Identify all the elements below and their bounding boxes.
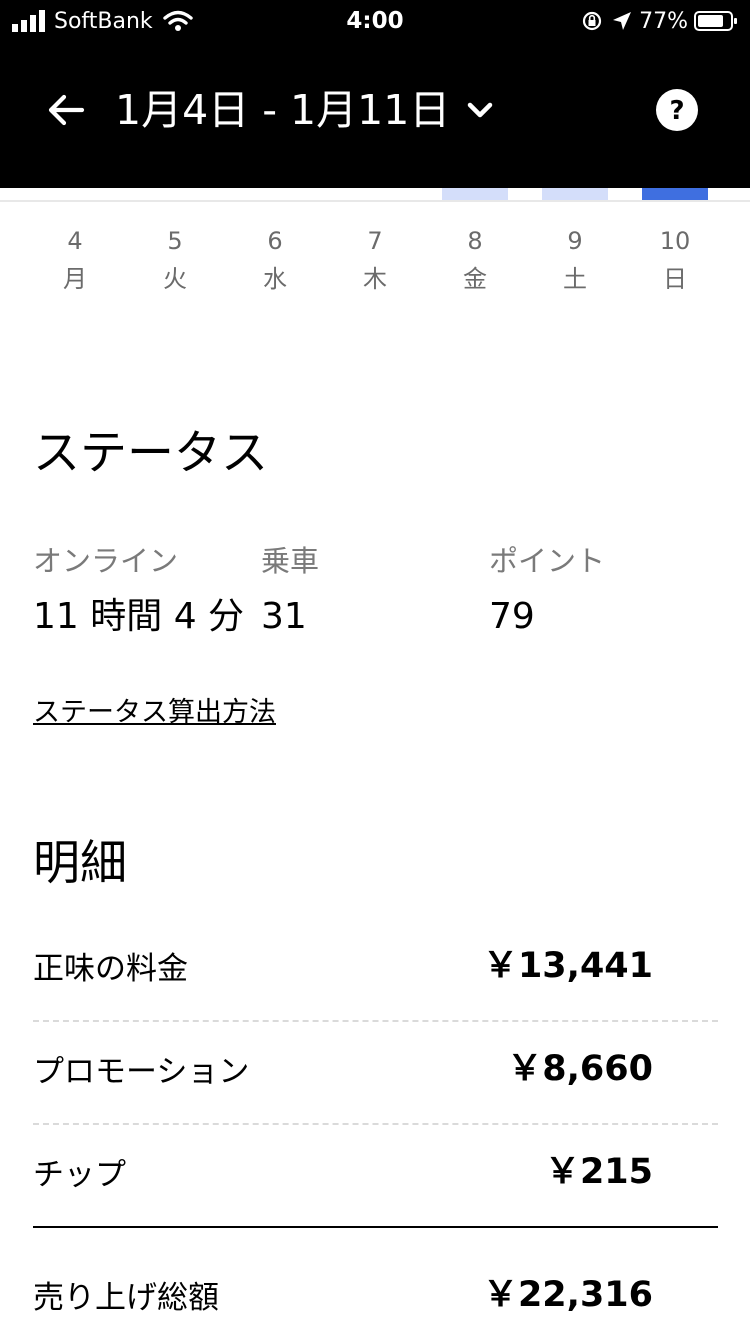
weekday-label: 金: [463, 265, 487, 293]
weekday-label: 火: [163, 265, 187, 293]
stat-value-rides: 31: [261, 596, 307, 637]
stat-value-points: 79: [489, 596, 535, 637]
location-arrow-icon: [613, 12, 632, 30]
row-amount: ￥8,660: [507, 1049, 653, 1089]
stat-label-online: オンライン: [33, 544, 179, 578]
day-column[interactable]: 7木: [325, 222, 425, 298]
stat-label-rides: 乗車: [261, 544, 320, 578]
total-label: 売り上げ総額: [33, 1280, 219, 1316]
weekday-label: 木: [363, 265, 387, 293]
row-label: チップ: [33, 1157, 126, 1193]
status-heading: ステータス: [33, 426, 268, 481]
row-amount: ￥13,441: [482, 946, 653, 986]
breakdown-row-promotion: プロモーション ￥8,660: [33, 1022, 718, 1125]
day-axis: 4月 5火 6水 7木 8金 9土 10 日: [25, 222, 725, 298]
weekday-label: 土: [563, 265, 587, 293]
day-column[interactable]: 4月: [25, 222, 125, 298]
stat-label-points: ポイント: [489, 544, 606, 578]
day-number: 5: [167, 227, 183, 255]
breakdown-row-net-fare: 正味の料金 ￥13,441: [33, 919, 718, 1022]
day-number: 7: [367, 227, 383, 255]
app-header: SoftBank 4:00 77% 1月4日 - 1月11日 ?: [0, 0, 750, 188]
weekly-chart: [0, 188, 750, 202]
svg-text:?: ?: [669, 96, 684, 126]
breakdown-heading: 明細: [33, 836, 127, 891]
chart-bar-fri[interactable]: [442, 188, 508, 200]
chevron-down-icon[interactable]: [464, 96, 496, 124]
status-calculation-link[interactable]: ステータス算出方法: [33, 695, 276, 731]
row-amount: ￥215: [544, 1152, 653, 1192]
battery-icon: [694, 11, 737, 31]
stat-value-online: 11 時間 4 分: [33, 596, 245, 637]
weekday-label: 月: [63, 265, 87, 293]
total-amount: ￥22,316: [482, 1275, 653, 1315]
breakdown-row-total: 売り上げ総額 ￥22,316: [33, 1228, 718, 1331]
row-label: プロモーション: [33, 1054, 250, 1090]
battery-percent: 77%: [639, 8, 688, 34]
weekday-label: 水: [263, 265, 287, 293]
day-number: 6: [267, 227, 283, 255]
help-icon[interactable]: ?: [655, 88, 699, 132]
day-number: 10: [659, 227, 691, 255]
day-column[interactable]: 10 日: [625, 222, 725, 298]
chart-bar-sun[interactable]: [642, 188, 708, 200]
day-column[interactable]: 6水: [225, 222, 325, 298]
weekday-label: 日: [663, 265, 687, 293]
chart-bar-sat[interactable]: [542, 188, 608, 200]
day-number: 8: [467, 227, 483, 255]
day-number: 4: [67, 227, 83, 255]
day-number: 9: [567, 227, 583, 255]
row-label: 正味の料金: [33, 951, 188, 987]
breakdown-row-tip: チップ ￥215: [33, 1125, 718, 1228]
day-column[interactable]: 5火: [125, 222, 225, 298]
date-range-title[interactable]: 1月4日 - 1月11日: [115, 82, 450, 138]
orientation-lock-icon: [582, 11, 602, 31]
day-column[interactable]: 9土: [525, 222, 625, 298]
status-bar-right: 77%: [581, 6, 738, 36]
day-column[interactable]: 8金: [425, 222, 525, 298]
back-arrow-icon[interactable]: [46, 90, 86, 130]
